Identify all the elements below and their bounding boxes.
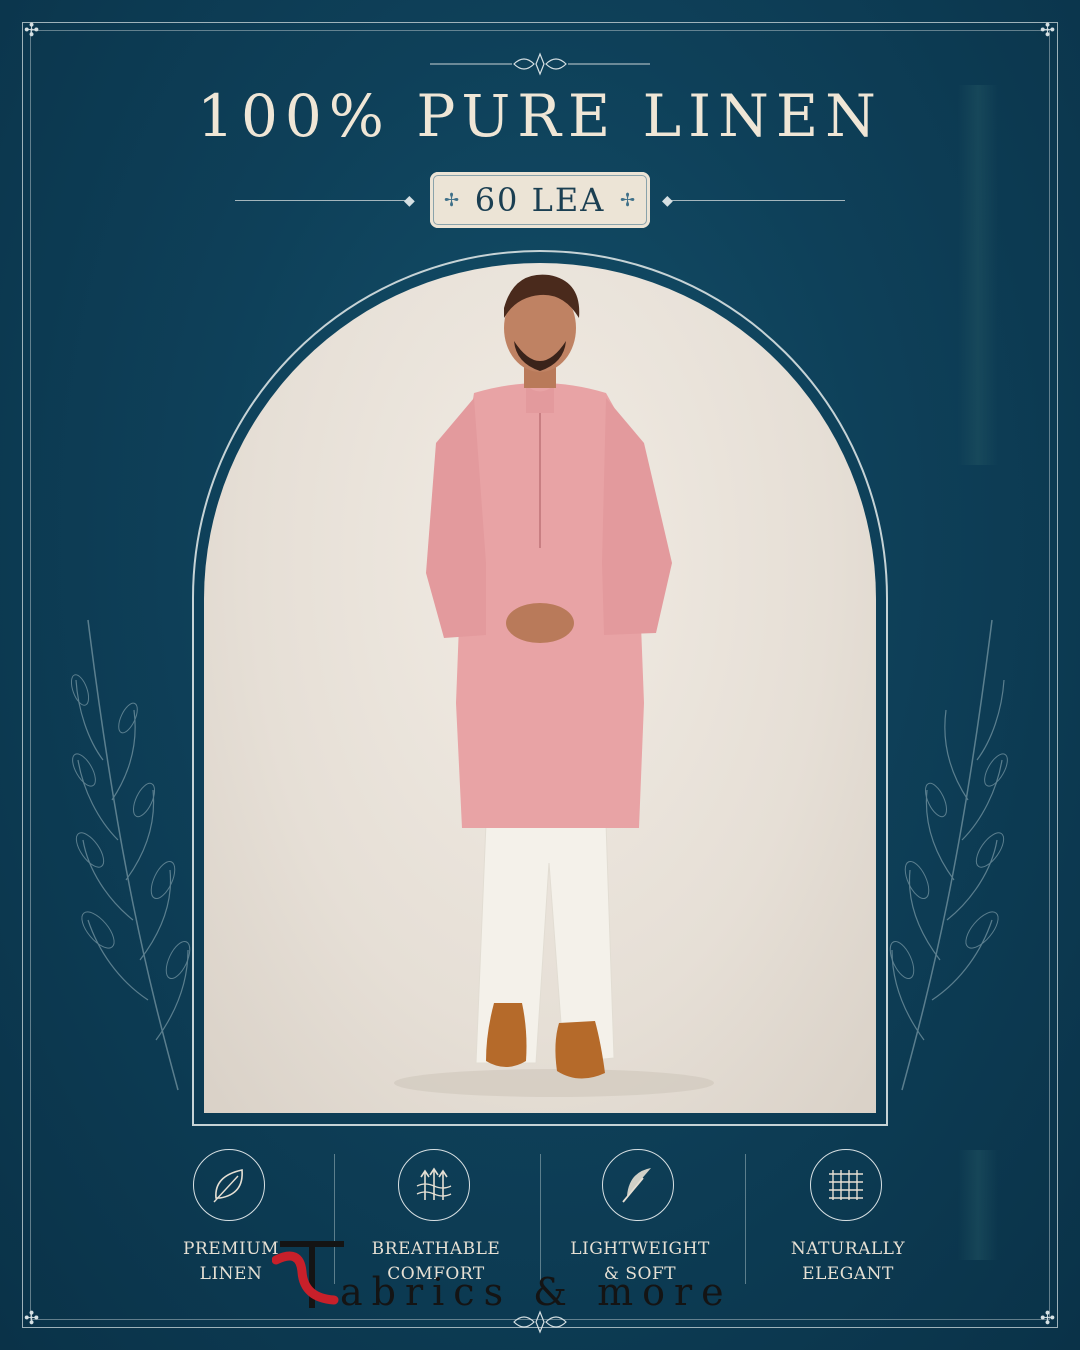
- product-poster: ✣ ✣ ✣ ✣ 100% PURE LINEN ◆ ◆ ✢ 60 LEA ✢ P…: [0, 0, 1080, 1350]
- fleur-ornament-icon: ✢: [620, 190, 636, 211]
- decorative-stripe: [958, 1150, 998, 1260]
- page-title: 100% PURE LINEN: [197, 82, 883, 150]
- top-flourish-icon: [430, 52, 650, 76]
- corner-ornament-icon: ✣: [24, 1308, 40, 1329]
- leaf-branch-icon: [889, 619, 1008, 1091]
- weave-grid-icon: [810, 1149, 882, 1221]
- corner-ornament-icon: ✣: [1040, 1308, 1056, 1329]
- model-figure: [394, 274, 714, 1097]
- lea-badge: ✢ 60 LEA ✢: [430, 172, 650, 228]
- lea-badge-text: 60 LEA: [474, 181, 606, 219]
- feature-label: NATURALLY: [790, 1239, 906, 1259]
- airflow-arrows-icon: [398, 1149, 470, 1221]
- feather-icon: [602, 1149, 674, 1221]
- feature-label: LIGHTWEIGHT: [570, 1239, 710, 1259]
- arrow-ornament-icon: ◆: [662, 193, 673, 209]
- leaf-branch-icon: [70, 619, 191, 1091]
- bottom-flourish-icon: [513, 1310, 567, 1334]
- corner-ornament-icon: ✣: [1040, 20, 1056, 41]
- divider-line: [670, 200, 845, 201]
- feature-label: BREATHABLE: [371, 1239, 501, 1259]
- product-photo: [204, 263, 876, 1113]
- divider-line: [235, 200, 410, 201]
- corner-ornament-icon: ✣: [24, 20, 40, 41]
- leaf-icon: [193, 1149, 265, 1221]
- feature-label: ELEGANT: [802, 1264, 894, 1284]
- brand-logo-text: abrics & more: [340, 1270, 733, 1314]
- feature-divider: [745, 1154, 746, 1284]
- arrow-ornament-icon: ◆: [404, 193, 415, 209]
